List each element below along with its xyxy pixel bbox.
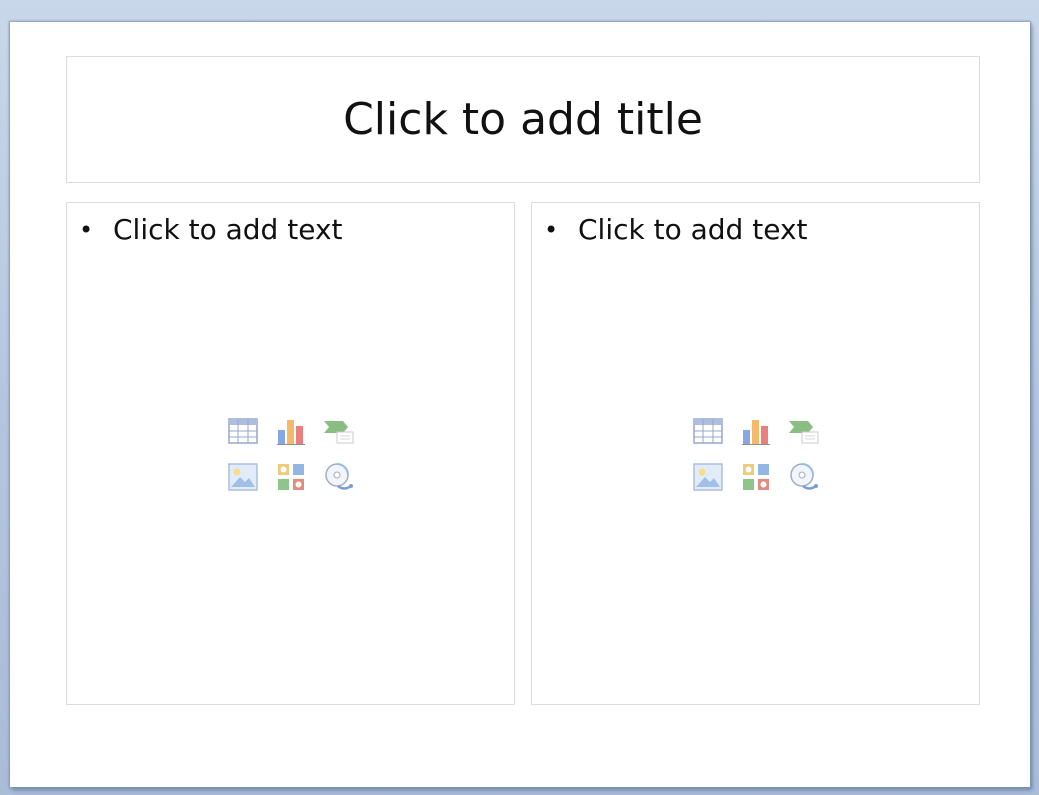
- insert-table-icon[interactable]: [691, 414, 725, 448]
- insert-picture-icon[interactable]: [226, 460, 260, 494]
- title-placeholder[interactable]: Click to add title: [66, 56, 980, 183]
- insert-picture-icon[interactable]: [691, 460, 725, 494]
- content-placeholder-text: Click to add text: [578, 213, 808, 246]
- bullet-glyph: •: [544, 215, 559, 244]
- content-placeholder-text: Click to add text: [113, 213, 343, 246]
- bullet-line: • Click to add text: [77, 213, 343, 246]
- bullet-glyph: •: [79, 215, 94, 244]
- content-placeholder-left[interactable]: • Click to add text: [66, 202, 515, 705]
- bullet-line: • Click to add text: [542, 213, 808, 246]
- title-placeholder-text: Click to add title: [343, 94, 703, 145]
- insert-media-clip-icon[interactable]: [787, 460, 821, 494]
- insert-content-icons: [226, 414, 356, 494]
- insert-clip-art-icon[interactable]: [274, 460, 308, 494]
- insert-table-icon[interactable]: [226, 414, 260, 448]
- insert-media-clip-icon[interactable]: [322, 460, 356, 494]
- insert-clip-art-icon[interactable]: [739, 460, 773, 494]
- insert-content-icons: [691, 414, 821, 494]
- insert-chart-icon[interactable]: [739, 414, 773, 448]
- insert-smartart-icon[interactable]: [322, 414, 356, 448]
- slide-canvas: Click to add title • Click to add text •…: [10, 22, 1030, 787]
- insert-smartart-icon[interactable]: [787, 414, 821, 448]
- content-placeholder-right[interactable]: • Click to add text: [531, 202, 980, 705]
- insert-chart-icon[interactable]: [274, 414, 308, 448]
